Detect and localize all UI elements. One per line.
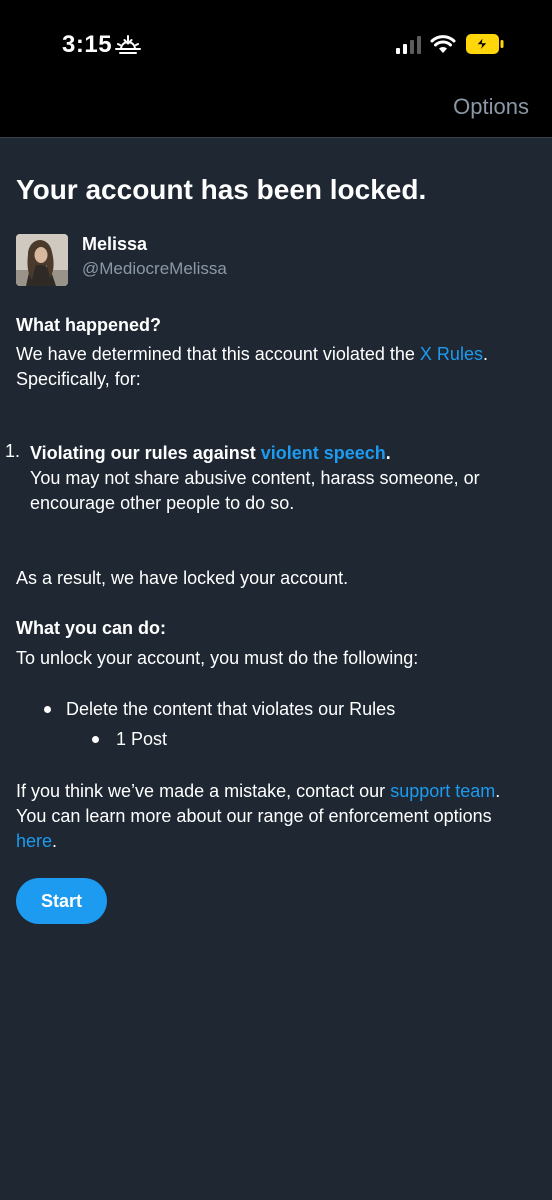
violation-description: You may not share abusive content, haras… <box>30 468 480 513</box>
step-bullet <box>44 706 51 713</box>
result-text: As a result, we have locked your account… <box>16 568 349 588</box>
here-link[interactable]: here <box>16 831 52 851</box>
top-bar: 3:15 Options <box>0 0 552 137</box>
mistake-text-start: If you think we’ve made a mistake, conta… <box>16 781 391 801</box>
options-button[interactable]: Options <box>453 94 529 120</box>
what-happened-heading: What happened? <box>16 315 161 335</box>
avatar <box>16 234 68 286</box>
step-delete-content: Delete the content that violates our Rul… <box>66 699 396 719</box>
header-divider <box>0 137 552 138</box>
start-button[interactable]: Start <box>16 878 107 924</box>
wifi-icon <box>430 35 456 53</box>
step-post-count: 1 Post <box>116 729 168 749</box>
avatar-image <box>16 234 68 286</box>
what-happened-text-end: . <box>482 344 488 364</box>
violation-title-prefix: Violating our rules against <box>30 443 261 463</box>
mistake-text-end: . <box>52 831 58 851</box>
violation-title-suffix: . <box>385 443 391 463</box>
violation-title: Violating our rules against violent spee… <box>30 441 535 466</box>
mistake-text: If you think we’ve made a mistake, conta… <box>16 779 526 854</box>
what-you-can-do-heading: What you can do: <box>16 618 166 638</box>
page-title: Your account has been locked. <box>16 174 427 205</box>
status-time: 3:15 <box>62 31 113 58</box>
specifically-text: Specifically, for: <box>16 369 141 389</box>
violent-speech-link[interactable]: violent speech <box>261 443 386 463</box>
what-happened-text: We have determined that this account vio… <box>16 342 536 392</box>
account-handle: @MediocreMelissa <box>82 259 227 278</box>
battery-charging-icon <box>466 34 504 54</box>
violation-number: 1. <box>5 441 21 461</box>
sunset-icon <box>115 35 141 54</box>
substep-bullet <box>92 736 99 743</box>
display-name: Melissa <box>82 234 148 254</box>
what-happened-text-start: We have determined that this account vio… <box>16 344 420 364</box>
support-team-link[interactable]: support team <box>390 781 495 801</box>
x-rules-link[interactable]: X Rules <box>420 344 483 364</box>
unlock-instructions: To unlock your account, you must do the … <box>16 648 419 668</box>
violation-item: Violating our rules against violent spee… <box>30 441 535 516</box>
signal-icon <box>396 36 421 54</box>
